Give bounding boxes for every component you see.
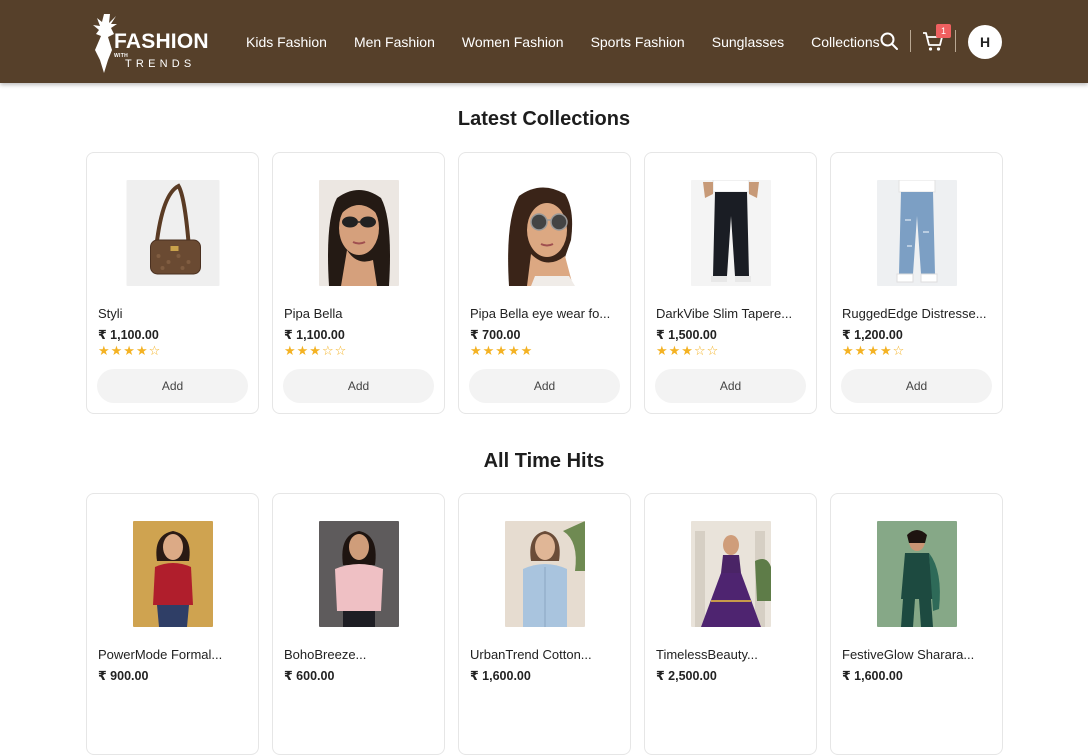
search-button[interactable] bbox=[879, 31, 899, 51]
product-price: ₹ 600.00 bbox=[284, 669, 335, 683]
product-image-green-sharara[interactable] bbox=[876, 521, 957, 627]
product-card[interactable]: PowerMode Formal... ₹ 900.00 bbox=[86, 493, 259, 755]
all-time-hits-title: All Time Hits bbox=[483, 450, 605, 472]
brand-logo[interactable]: FASHION WITH TRENDS bbox=[86, 10, 216, 74]
search-icon bbox=[880, 32, 898, 50]
product-name: TimelessBeauty... bbox=[656, 647, 758, 662]
product-rating: ★★★☆☆ bbox=[284, 344, 348, 359]
product-image-denim-shirt[interactable] bbox=[504, 521, 585, 627]
product-image-handbag[interactable] bbox=[126, 180, 219, 286]
product-rating: ★★★★☆ bbox=[842, 344, 906, 359]
all-time-hits-grid: PowerMode Formal... ₹ 900.00 BohoBreeze.… bbox=[86, 493, 1003, 755]
product-price: ₹ 1,600.00 bbox=[470, 669, 531, 683]
latest-collections-grid: Styli ₹ 1,100.00 ★★★★☆ Add Pipa Bella ₹ … bbox=[86, 152, 1003, 414]
product-name: UrbanTrend Cotton... bbox=[470, 647, 592, 662]
header-divider bbox=[910, 30, 911, 52]
product-price: ₹ 1,100.00 bbox=[98, 328, 159, 342]
product-price: ₹ 700.00 bbox=[470, 328, 521, 342]
product-image-woman-sunglasses[interactable] bbox=[318, 180, 399, 286]
nav-sports-fashion[interactable]: Sports Fashion bbox=[591, 33, 685, 51]
logo-subtitle: TRENDS bbox=[125, 58, 196, 70]
product-image-pink-blouse[interactable] bbox=[318, 521, 399, 627]
product-card[interactable]: Pipa Bella ₹ 1,100.00 ★★★☆☆ Add bbox=[272, 152, 445, 414]
product-name: Styli bbox=[98, 306, 123, 321]
add-to-cart-button[interactable]: Add bbox=[655, 369, 806, 403]
product-image-red-top[interactable] bbox=[132, 521, 213, 627]
product-image-blue-jeans[interactable] bbox=[876, 180, 957, 286]
product-name: BohoBreeze... bbox=[284, 647, 367, 662]
product-card[interactable]: RuggedEdge Distresse... ₹ 1,200.00 ★★★★☆… bbox=[830, 152, 1003, 414]
product-name: Pipa Bella eye wear fo... bbox=[470, 306, 611, 321]
product-name: DarkVibe Slim Tapere... bbox=[656, 306, 793, 321]
product-card[interactable]: DarkVibe Slim Tapere... ₹ 1,500.00 ★★★☆☆… bbox=[644, 152, 817, 414]
latest-collections-title: Latest Collections bbox=[457, 108, 631, 130]
user-avatar[interactable]: H bbox=[968, 25, 1002, 59]
header-divider bbox=[955, 30, 956, 52]
product-name: RuggedEdge Distresse... bbox=[842, 306, 987, 321]
main-nav: Kids Fashion Men Fashion Women Fashion S… bbox=[246, 33, 907, 51]
product-price: ₹ 1,500.00 bbox=[656, 328, 717, 342]
product-image-woman-round-sunglasses[interactable] bbox=[504, 180, 585, 286]
add-to-cart-button[interactable]: Add bbox=[841, 369, 992, 403]
nav-kids-fashion[interactable]: Kids Fashion bbox=[246, 33, 327, 51]
product-card[interactable]: TimelessBeauty... ₹ 2,500.00 bbox=[644, 493, 817, 755]
add-to-cart-button[interactable]: Add bbox=[97, 369, 248, 403]
top-navbar: FASHION WITH TRENDS Kids Fashion Men Fas… bbox=[0, 0, 1088, 83]
product-card[interactable]: Pipa Bella eye wear fo... ₹ 700.00 ★★★★★… bbox=[458, 152, 631, 414]
product-rating: ★★★☆☆ bbox=[656, 344, 720, 359]
product-name: PowerMode Formal... bbox=[98, 647, 223, 662]
product-rating: ★★★★★ bbox=[470, 344, 534, 359]
nav-men-fashion[interactable]: Men Fashion bbox=[354, 33, 435, 51]
product-card[interactable]: UrbanTrend Cotton... ₹ 1,600.00 bbox=[458, 493, 631, 755]
logo-title: FASHION bbox=[114, 30, 209, 53]
nav-sunglasses[interactable]: Sunglasses bbox=[712, 33, 784, 51]
product-rating: ★★★★☆ bbox=[98, 344, 162, 359]
product-price: ₹ 2,500.00 bbox=[656, 669, 717, 683]
product-image-black-jeans[interactable] bbox=[690, 180, 771, 286]
product-image-purple-lehenga[interactable] bbox=[690, 521, 771, 627]
add-to-cart-button[interactable]: Add bbox=[283, 369, 434, 403]
product-name: Pipa Bella bbox=[284, 306, 343, 321]
add-to-cart-button[interactable]: Add bbox=[469, 369, 620, 403]
nav-collections[interactable]: Collections bbox=[811, 33, 879, 51]
product-price: ₹ 1,600.00 bbox=[842, 669, 903, 683]
product-card[interactable]: Styli ₹ 1,100.00 ★★★★☆ Add bbox=[86, 152, 259, 414]
product-name: FestiveGlow Sharara... bbox=[842, 647, 975, 662]
product-card[interactable]: BohoBreeze... ₹ 600.00 bbox=[272, 493, 445, 755]
product-price: ₹ 1,200.00 bbox=[842, 328, 903, 342]
product-price: ₹ 1,100.00 bbox=[284, 328, 345, 342]
nav-women-fashion[interactable]: Women Fashion bbox=[462, 33, 564, 51]
product-price: ₹ 900.00 bbox=[98, 669, 149, 683]
cart-count-badge: 1 bbox=[936, 24, 951, 38]
product-card[interactable]: FestiveGlow Sharara... ₹ 1,600.00 bbox=[830, 493, 1003, 755]
